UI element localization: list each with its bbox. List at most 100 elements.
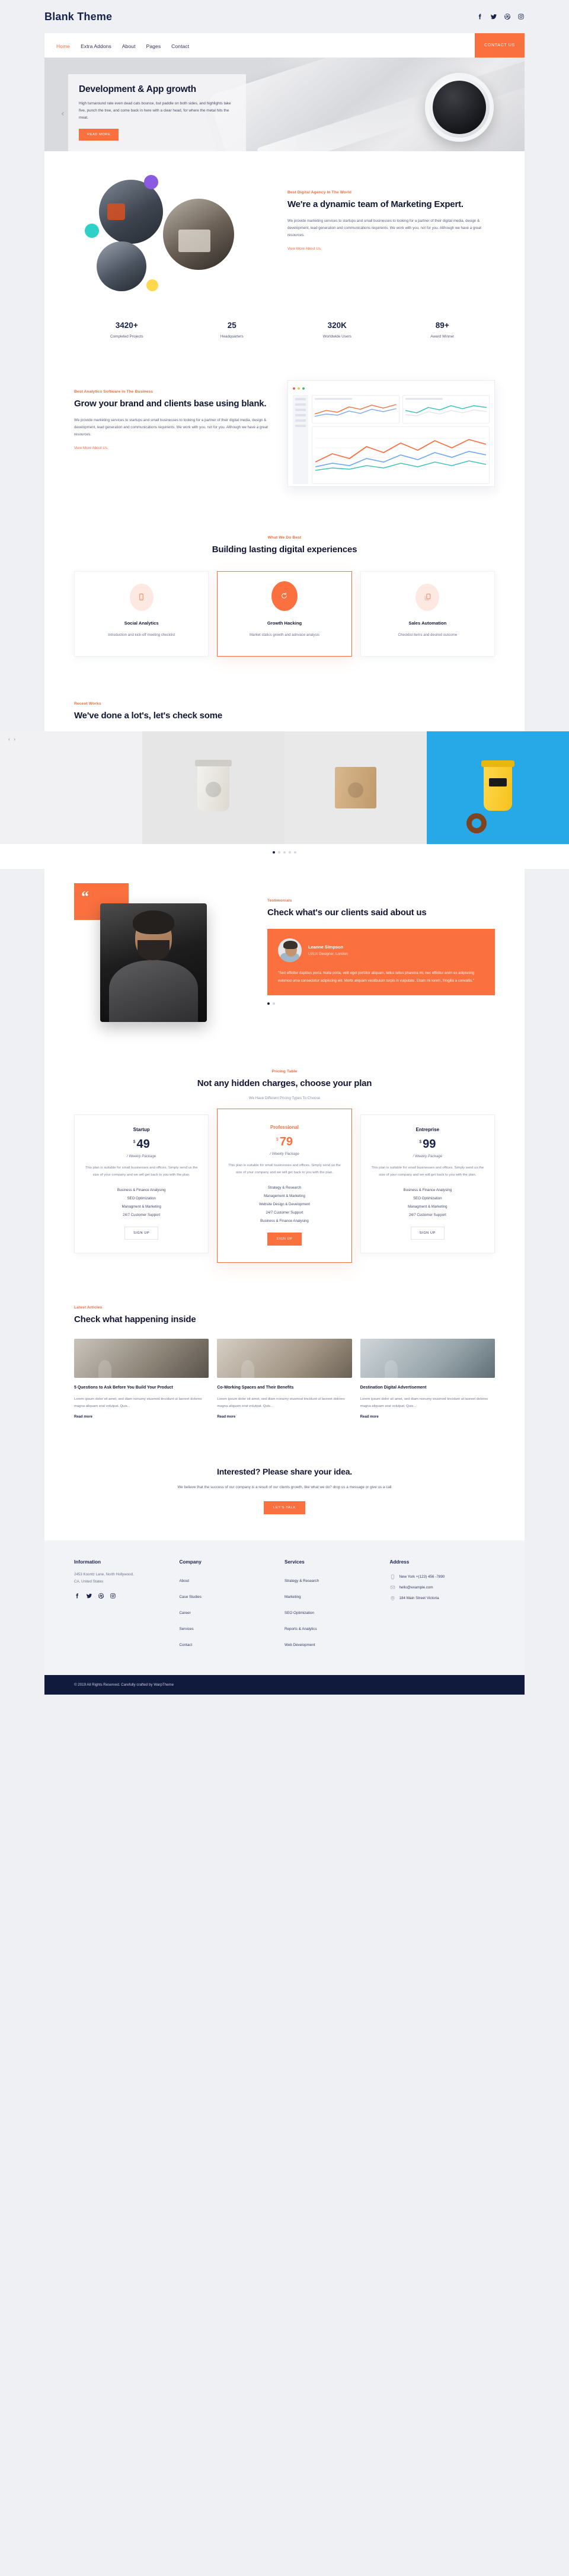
- nav-link-home[interactable]: Home: [56, 43, 70, 49]
- services-title: Building lasting digital experiences: [212, 545, 357, 555]
- work-slide-3[interactable]: [427, 731, 569, 844]
- stat-caption: Completed Projects: [110, 335, 143, 339]
- article-thumbnail: [217, 1338, 352, 1378]
- works-dot-3[interactable]: [283, 851, 286, 854]
- yellow-cup-image: [481, 760, 514, 811]
- works-section: Recent Works We've done a lot's, let's c…: [44, 685, 525, 731]
- dribbble-icon[interactable]: [98, 1593, 104, 1599]
- pricing-plan-startup[interactable]: Startup $ 49 / Weekly Package This plan …: [74, 1115, 209, 1254]
- footer-link-web-development[interactable]: Web Development: [284, 1643, 315, 1647]
- plan-signup-button[interactable]: SIGN UP: [410, 1227, 445, 1240]
- works-carousel[interactable]: ‹ ›: [0, 731, 569, 844]
- article-thumbnail: [74, 1338, 209, 1378]
- about-more-link[interactable]: View More About Us.: [287, 247, 322, 251]
- works-next-icon[interactable]: ›: [14, 736, 15, 742]
- footer-link-case-studies[interactable]: Case Studies: [180, 1595, 202, 1599]
- page-tail-spacer: [0, 1695, 569, 1720]
- article-excerpt: Lorem ipsum dolor sit amet, sed diam non…: [217, 1397, 345, 1408]
- work-slide-0[interactable]: ‹ ›: [0, 731, 142, 844]
- service-card-sales-automation[interactable]: Sales Automation Checklist items and des…: [360, 571, 495, 657]
- works-dot-2[interactable]: [278, 851, 280, 854]
- nav-item-contact[interactable]: Contact: [171, 40, 189, 51]
- works-dot-1[interactable]: [273, 851, 275, 854]
- footer-link-reports-analytics[interactable]: Reports & Analytics: [284, 1627, 317, 1631]
- article-read-more-link[interactable]: Read more: [74, 1415, 92, 1419]
- articles-section: Latest Articles Check what happening ins…: [44, 1290, 525, 1447]
- nav-item-extra-addons[interactable]: Extra Addons: [81, 40, 111, 51]
- list-item[interactable]: Career: [180, 1603, 285, 1619]
- footer-link-services[interactable]: Services: [180, 1627, 194, 1631]
- list-item[interactable]: Services: [180, 1619, 285, 1635]
- facebook-icon[interactable]: [477, 13, 484, 20]
- nav-link-contact[interactable]: Contact: [171, 43, 189, 49]
- dribbble-icon[interactable]: [504, 13, 511, 20]
- article-card[interactable]: 5 Questions to Ask Before You Build Your…: [74, 1338, 209, 1421]
- footer-contact-email[interactable]: hello@example.com: [390, 1582, 496, 1593]
- facebook-icon[interactable]: [74, 1593, 81, 1599]
- works-dots[interactable]: [0, 843, 569, 869]
- plan-period: / Weekly Package: [270, 1152, 299, 1157]
- testimonial-dots[interactable]: [267, 1002, 495, 1005]
- pricing-plan-professional[interactable]: Professional $ 79 / Weekly Package This …: [217, 1109, 352, 1263]
- twitter-icon[interactable]: [86, 1593, 92, 1599]
- refresh-icon: [271, 581, 298, 611]
- hero-prev-arrow-icon[interactable]: ‹: [61, 110, 65, 118]
- twitter-icon[interactable]: [490, 13, 497, 20]
- plan-currency: $: [276, 1138, 279, 1142]
- footer-link-about[interactable]: About: [180, 1579, 189, 1583]
- plan-signup-button[interactable]: SIGN UP: [267, 1233, 302, 1246]
- cta-button[interactable]: LET'S TALK: [263, 1501, 306, 1515]
- plan-feature: Strategy & Research: [267, 1185, 302, 1190]
- testimonial-dot-2[interactable]: [273, 1002, 275, 1005]
- footer-heading: Address: [389, 1559, 410, 1565]
- article-read-more-link[interactable]: Read more: [217, 1415, 235, 1419]
- instagram-icon[interactable]: [110, 1593, 116, 1599]
- article-card[interactable]: Destination Digital Advertisement Lorem …: [360, 1338, 495, 1421]
- nav-item-home[interactable]: Home: [56, 40, 70, 51]
- work-slide-2[interactable]: [284, 731, 427, 844]
- works-arrows[interactable]: ‹ ›: [8, 736, 15, 742]
- hero-read-more-button[interactable]: READ MORE: [79, 128, 119, 141]
- nav-link-about[interactable]: About: [122, 43, 136, 49]
- works-dot-4[interactable]: [289, 851, 291, 854]
- list-item[interactable]: Reports & Analytics: [284, 1619, 390, 1635]
- testimonial-portrait-image: [100, 903, 207, 1022]
- instagram-icon[interactable]: [517, 13, 525, 20]
- service-card-growth-hacking[interactable]: Growth Hacking Market statics growth and…: [217, 571, 352, 657]
- list-item[interactable]: Web Development: [284, 1635, 390, 1651]
- plan-feature: Business & Finance Analysing: [403, 1187, 452, 1192]
- testimonial-dot-1[interactable]: [267, 1002, 270, 1005]
- list-item[interactable]: Strategy & Research: [284, 1571, 390, 1587]
- footer-link-seo-optimization[interactable]: SEO Optimization: [284, 1611, 314, 1615]
- list-item[interactable]: SEO Optimization: [284, 1603, 390, 1619]
- article-read-more-link[interactable]: Read more: [360, 1415, 379, 1419]
- pricing-title: Not any hidden charges, choose your plan: [197, 1078, 372, 1088]
- works-dot-5[interactable]: [294, 851, 296, 854]
- articles-grid: 5 Questions to Ask Before You Build Your…: [74, 1338, 495, 1421]
- list-item[interactable]: About: [180, 1571, 285, 1587]
- dashboard-card: [312, 395, 399, 424]
- pricing-plan-entreprise[interactable]: Entreprise $ 99 / Weekly Package This pl…: [360, 1115, 495, 1254]
- footer-link-strategy-research[interactable]: Strategy & Research: [284, 1579, 319, 1583]
- nav-item-about[interactable]: About: [122, 40, 136, 51]
- list-item[interactable]: Marketing: [284, 1587, 390, 1603]
- list-item[interactable]: Contact: [180, 1635, 285, 1651]
- service-card-social-analytics[interactable]: Social Analytics Introduction and kick-o…: [74, 571, 209, 657]
- footer-contact-phone[interactable]: New York +(123) 456 -7890: [390, 1571, 496, 1582]
- list-item[interactable]: Case Studies: [180, 1587, 285, 1603]
- nav-link-pages[interactable]: Pages: [146, 43, 161, 49]
- nav-link-extra-addons[interactable]: Extra Addons: [81, 43, 111, 49]
- plan-signup-button[interactable]: SIGN UP: [124, 1227, 159, 1240]
- work-slide-1[interactable]: [142, 731, 284, 844]
- article-card[interactable]: Co-Working Spaces and Their Benefits Lor…: [217, 1338, 352, 1421]
- footer-link-marketing[interactable]: Marketing: [284, 1595, 301, 1599]
- grow-more-link[interactable]: View More About Us.: [74, 446, 108, 450]
- works-prev-icon[interactable]: ‹: [8, 736, 10, 742]
- footer-link-career[interactable]: Career: [180, 1611, 191, 1615]
- cta-section: Interested? Please share your idea. We b…: [44, 1447, 525, 1541]
- contact-us-button[interactable]: CONTACT US: [475, 33, 525, 58]
- services-section: What We Do Best Building lasting digital…: [44, 515, 525, 686]
- footer-contact-location[interactable]: 184 Main Street Victoria: [390, 1593, 496, 1603]
- footer-link-contact[interactable]: Contact: [180, 1643, 193, 1647]
- nav-item-pages[interactable]: Pages: [146, 40, 161, 51]
